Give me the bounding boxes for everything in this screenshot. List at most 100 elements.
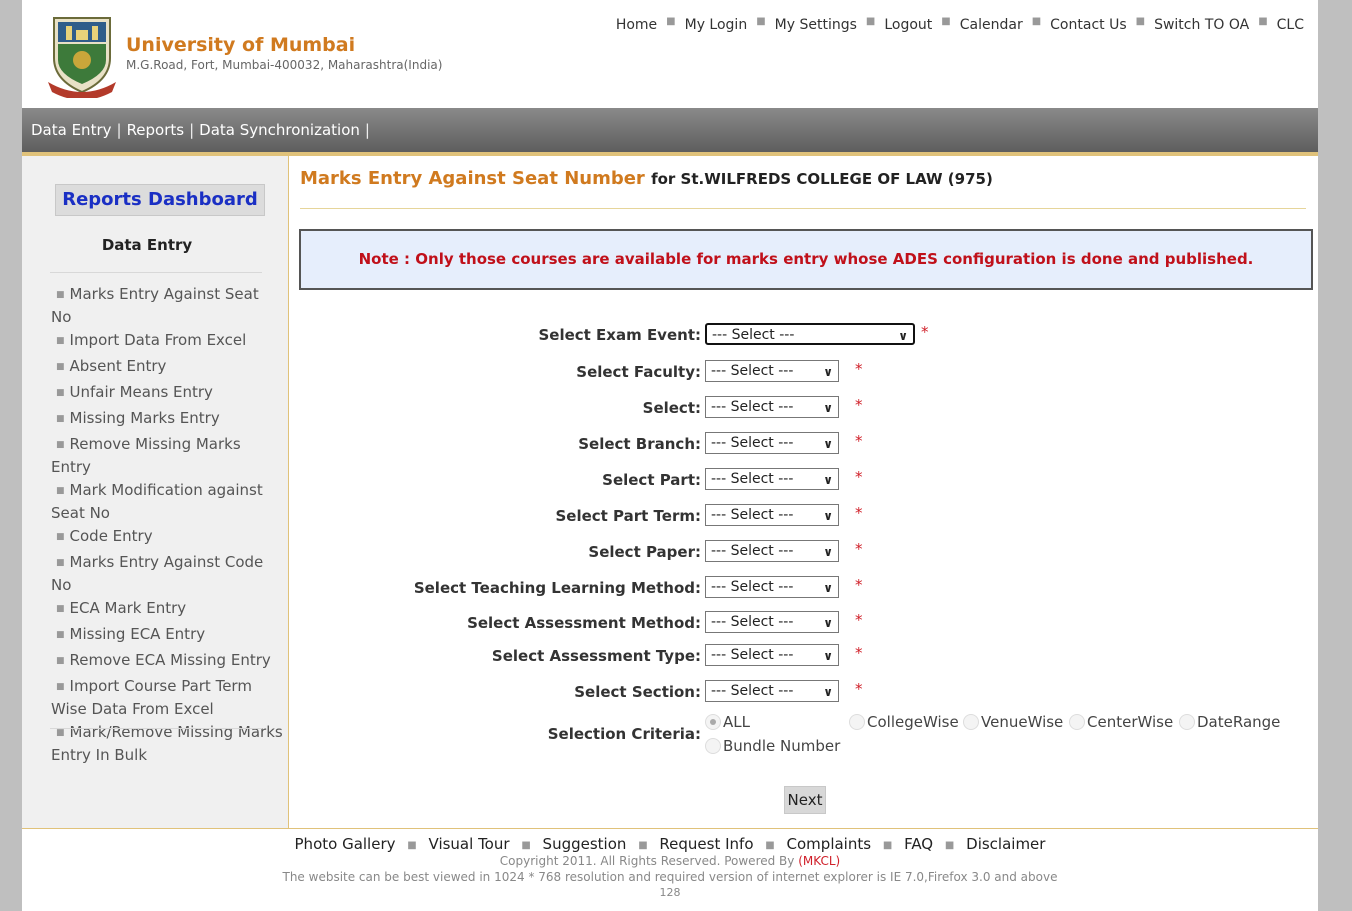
sidebar-item[interactable]: ■ Missing ECA Entry (51, 624, 283, 647)
nav-separator: ■ (666, 16, 676, 27)
radio-collegewise-circle[interactable] (849, 714, 865, 730)
main-menu-bar: Data Entry | Reports | Data Synchronization | (22, 108, 1318, 156)
field-label: Select Paper: (588, 543, 701, 561)
bullet-icon: ■ (56, 290, 65, 300)
nav-switch-to-oa-link[interactable]: Switch TO OA (1154, 17, 1249, 33)
nav-calendar-link[interactable]: Calendar (960, 17, 1023, 33)
sidebar-item[interactable]: ■ Mark Modification against Seat No (51, 480, 283, 523)
sidebar-item[interactable]: ■ Unfair Means Entry (51, 382, 283, 405)
sidebar-item[interactable]: ■ Import Data From Excel (51, 330, 283, 353)
sidebar-divider (50, 728, 262, 729)
footer-disclaimer-link[interactable]: Disclaimer (966, 835, 1045, 853)
sidebar-item[interactable]: ■ Remove Missing Marks Entry (51, 434, 283, 477)
sidebar-item-label: Import Data From Excel (69, 331, 247, 349)
next-button[interactable]: Next (784, 786, 826, 814)
field-label-text: Select Section (574, 683, 695, 701)
sidebar-item-label: Remove Missing Marks Entry (51, 435, 241, 476)
radio-collegewise[interactable]: CollegeWise (849, 713, 959, 731)
sidebar-item-label: Absent Entry (69, 357, 167, 375)
select-dropdown[interactable]: --- Select --- ∨ (705, 611, 839, 633)
select-value: --- Select --- (711, 647, 794, 663)
sidebar-item[interactable]: ■ Code Entry (51, 526, 283, 549)
footer-suggestion-link[interactable]: Suggestion (543, 835, 627, 853)
field-label: Select Faculty: (576, 363, 701, 381)
footer-photo-gallery-link[interactable]: Photo Gallery (295, 835, 396, 853)
menu-reports[interactable]: Reports (127, 121, 185, 139)
radio-daterange-circle[interactable] (1179, 714, 1195, 730)
select-value: --- Select --- (711, 435, 794, 451)
select-value: --- Select --- (711, 579, 794, 595)
sidebar-menu-list: ■ Marks Entry Against Seat No ■ Import Data… (51, 284, 283, 768)
footer-visual-tour-link[interactable]: Visual Tour (429, 835, 510, 853)
nav-separator: ■ (1031, 16, 1042, 27)
radio-venuewise[interactable]: VenueWise (963, 713, 1063, 731)
sidebar-item[interactable]: ■ Absent Entry (51, 356, 283, 379)
reports-dashboard-button[interactable]: Reports Dashboard (55, 184, 265, 216)
sidebar-item[interactable]: ■ Import Course Part Term Wise Data From … (51, 676, 283, 719)
nav-my-login-link[interactable]: My Login (685, 17, 748, 33)
radio-daterange[interactable]: DateRange (1179, 713, 1280, 731)
sidebar-item[interactable]: ■ Remove ECA Missing Entry (51, 650, 283, 673)
radio-bundle-number-circle[interactable] (705, 738, 721, 754)
nav-separator: ■ (941, 16, 951, 27)
select-dropdown[interactable]: --- Select --- ∨ (705, 576, 839, 598)
bullet-icon: ■ (56, 414, 65, 424)
footer-complaints-link[interactable]: Complaints (787, 835, 872, 853)
sidebar-item[interactable]: ■ Marks Entry Against Code No (51, 552, 283, 595)
chevron-down-icon: ∨ (823, 649, 833, 663)
field-label-text: Select (642, 399, 695, 417)
select-dropdown[interactable]: --- Select --- ∨ (705, 504, 839, 526)
sidebar-item[interactable]: ■ ECA Mark Entry (51, 598, 283, 621)
radio-all-circle[interactable] (705, 714, 721, 730)
select-dropdown[interactable]: --- Select --- ∨ (705, 468, 839, 490)
footer-request-info-link[interactable]: Request Info (659, 835, 753, 853)
radio-all[interactable]: ALL (705, 713, 750, 731)
chevron-down-icon: ∨ (823, 616, 833, 630)
field-label: Select Part Term: (555, 507, 701, 525)
bullet-icon: ■ (56, 336, 65, 346)
nav-logout-link[interactable]: Logout (884, 17, 932, 33)
select-dropdown[interactable]: --- Select --- ∨ (705, 432, 839, 454)
sidebar-item-label: Missing ECA Entry (69, 625, 206, 643)
select-dropdown[interactable]: --- Select --- ∨ (705, 323, 915, 345)
select-dropdown[interactable]: --- Select --- ∨ (705, 644, 839, 666)
sidebar-item-label: Marks Entry Against Code No (51, 553, 264, 594)
best-viewed-note: The website can be best viewed in 1024 *… (282, 870, 1058, 884)
radio-centerwise-circle[interactable] (1069, 714, 1085, 730)
menu-data-synchronization[interactable]: Data Synchronization (199, 121, 360, 139)
nav-clc-link[interactable]: CLC (1277, 17, 1304, 33)
select-value: --- Select --- (711, 683, 794, 699)
copyright-line: Copyright 2011. All Rights Reserved. Pow… (499, 854, 795, 868)
required-asterisk: * (855, 396, 863, 414)
sidebar-item-label: Missing Marks Entry (69, 409, 220, 427)
sidebar-item[interactable]: ■ Marks Entry Against Seat No (51, 284, 283, 327)
select-dropdown[interactable]: --- Select --- ∨ (705, 360, 839, 382)
radio-venuewise-circle[interactable] (963, 714, 979, 730)
nav-contact-us-link[interactable]: Contact Us (1050, 17, 1126, 33)
university-crest-logo[interactable] (46, 12, 118, 100)
required-asterisk: * (855, 540, 863, 558)
field-label-text: Select Part (602, 471, 695, 489)
menu-separator: | (364, 121, 370, 139)
sidebar-item-label: ECA Mark Entry (69, 599, 187, 617)
sidebar-item[interactable]: ■ Missing Marks Entry (51, 408, 283, 431)
radio-centerwise[interactable]: CenterWise (1069, 713, 1173, 731)
footer-faq-link[interactable]: FAQ (904, 835, 933, 853)
select-dropdown[interactable]: --- Select --- ∨ (705, 540, 839, 562)
bullet-icon: ■ (56, 656, 65, 666)
mkcl-link[interactable]: (MKCL) (798, 854, 840, 868)
menu-data-entry[interactable]: Data Entry (31, 121, 112, 139)
radio-bundle-number[interactable]: Bundle Number (705, 737, 840, 755)
select-dropdown[interactable]: --- Select --- ∨ (705, 680, 839, 702)
form-row: Select Teaching Learning Method: --- Sele… (289, 576, 1318, 600)
nav-home-link[interactable]: Home (616, 17, 657, 33)
nav-my-settings-link[interactable]: My Settings (775, 17, 857, 33)
menu-separator: | (189, 121, 195, 139)
bullet-icon: ■ (56, 440, 65, 450)
sidebar-item-label: Mark Modification against Seat No (51, 481, 263, 522)
required-asterisk: * (855, 432, 863, 450)
form-row: Select: --- Select --- ∨ * (289, 396, 1318, 420)
field-label-text: Select Branch (578, 435, 695, 453)
bullet-icon: ■ (56, 558, 65, 568)
select-dropdown[interactable]: --- Select --- ∨ (705, 396, 839, 418)
